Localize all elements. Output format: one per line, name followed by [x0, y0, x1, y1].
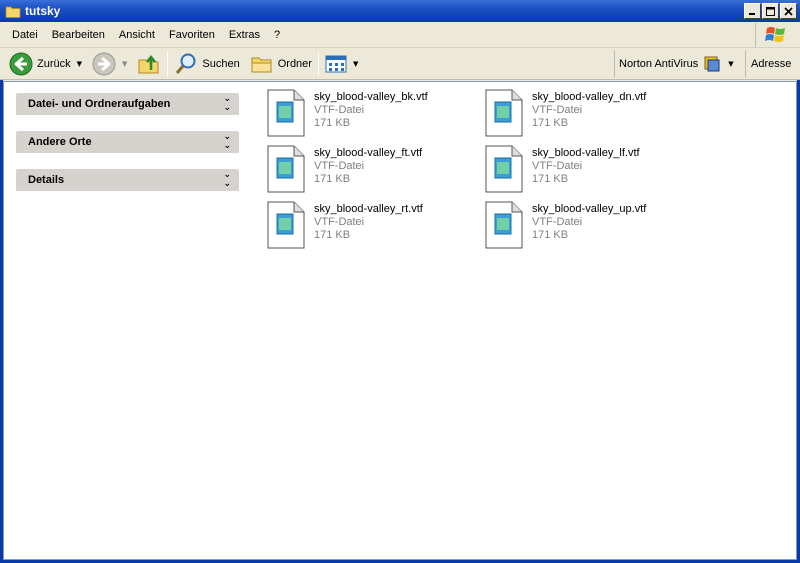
menu-extras[interactable]: Extras [222, 26, 267, 44]
file-type: VTF-Datei [532, 104, 583, 116]
task-group-title: Datei- und Ordneraufgaben [28, 98, 171, 110]
file-size: 171 KB [532, 117, 569, 129]
up-folder-button[interactable] [134, 50, 164, 78]
forward-arrow-icon [92, 52, 116, 75]
file-item[interactable]: sky_blood-valley_lf.vtf VTF-Datei 171 KB [484, 144, 694, 198]
search-button[interactable]: Suchen [171, 50, 242, 78]
title-bar[interactable]: tutsky [0, 0, 800, 22]
menu-bearbeiten[interactable]: Bearbeiten [45, 26, 112, 44]
file-type: VTF-Datei [532, 160, 583, 172]
file-icon [485, 201, 523, 249]
menu-bar: Datei Bearbeiten Ansicht Favoriten Extra… [0, 22, 800, 48]
file-icon [485, 89, 523, 137]
file-type: VTF-Datei [314, 104, 365, 116]
file-icon [267, 89, 305, 137]
task-group-title: Details [28, 174, 65, 186]
toolbar-separator [317, 51, 319, 76]
folders-button[interactable]: Ordner [247, 50, 315, 78]
toolbar: Zurück ▼ ▼ Suchen Ordner ▼ Norton AntiVi… [0, 48, 800, 80]
toolbar-separator [167, 51, 169, 76]
folders-icon [251, 57, 272, 72]
file-name: sky_blood-valley_bk.vtf [314, 91, 428, 103]
task-group-title: Andere Orte [28, 136, 92, 148]
norton-label: Norton AntiVirus [619, 58, 699, 70]
norton-dropdown-icon[interactable]: ▼ [728, 60, 733, 68]
content-area: Datei- und Ordneraufgaben ⌄ ⌄ Andere Orte… [3, 81, 797, 560]
file-name: sky_blood-valley_rt.vtf [314, 203, 423, 215]
address-label: Adresse [751, 58, 792, 70]
task-group-details[interactable]: Details ⌄ ⌄ [16, 169, 239, 191]
task-pane: Datei- und Ordneraufgaben ⌄ ⌄ Andere Orte… [16, 93, 240, 207]
task-group-other-places[interactable]: Andere Orte ⌄ ⌄ [16, 131, 239, 153]
folder-icon [5, 6, 21, 18]
file-icon [267, 201, 305, 249]
file-type: VTF-Datei [532, 216, 583, 228]
maximize-icon [766, 6, 775, 16]
close-icon [784, 6, 793, 16]
file-size: 171 KB [314, 117, 351, 129]
views-icon [325, 55, 347, 72]
file-size: 171 KB [314, 229, 351, 241]
chevron-down-icon[interactable]: ⌄ ⌄ [223, 95, 231, 113]
chevron-down-icon[interactable]: ⌄ ⌄ [223, 171, 231, 189]
file-item[interactable]: sky_blood-valley_bk.vtf VTF-Datei 171 KB [266, 88, 476, 142]
back-arrow-icon [9, 52, 33, 75]
views-dropdown-icon[interactable]: ▼ [353, 60, 358, 68]
file-icon [267, 145, 305, 193]
close-button[interactable] [780, 3, 797, 19]
forward-dropdown-icon[interactable]: ▼ [122, 60, 127, 68]
file-name: sky_blood-valley_dn.vtf [532, 91, 647, 103]
folders-label: Ordner [277, 57, 312, 70]
search-label: Suchen [202, 57, 240, 70]
file-size: 171 KB [314, 173, 351, 185]
forward-button[interactable]: ▼ [89, 50, 130, 78]
file-item[interactable]: sky_blood-valley_up.vtf VTF-Datei 171 KB [484, 200, 694, 254]
menu-help[interactable]: ? [267, 26, 287, 44]
file-type: VTF-Datei [314, 160, 365, 172]
file-size: 171 KB [532, 229, 569, 241]
address-bar-label[interactable]: Adresse [745, 50, 791, 78]
norton-antivirus-button[interactable]: Norton AntiVirus ▼ [614, 50, 734, 78]
file-icon [485, 145, 523, 193]
back-label: Zurück [37, 57, 71, 70]
minimize-button[interactable] [744, 3, 761, 19]
file-name: sky_blood-valley_up.vtf [532, 203, 647, 215]
views-button[interactable]: ▼ [322, 50, 361, 78]
file-item[interactable]: sky_blood-valley_ft.vtf VTF-Datei 171 KB [266, 144, 476, 198]
menu-favoriten[interactable]: Favoriten [162, 26, 222, 44]
norton-icon [704, 56, 720, 72]
minimize-icon [749, 12, 755, 15]
chevron-down-icon[interactable]: ⌄ ⌄ [223, 133, 231, 151]
maximize-button[interactable] [762, 3, 779, 19]
file-name: sky_blood-valley_ft.vtf [314, 147, 423, 159]
up-folder-icon [138, 54, 159, 73]
menu-ansicht[interactable]: Ansicht [112, 26, 162, 44]
file-type: VTF-Datei [314, 216, 365, 228]
file-name: sky_blood-valley_lf.vtf [532, 147, 640, 159]
task-group-file-folder-tasks[interactable]: Datei- und Ordneraufgaben ⌄ ⌄ [16, 93, 239, 115]
file-size: 171 KB [532, 173, 569, 185]
windows-logo-icon [755, 23, 795, 47]
back-button[interactable]: Zurück ▼ [6, 50, 85, 78]
file-item[interactable]: sky_blood-valley_dn.vtf VTF-Datei 171 KB [484, 88, 694, 142]
window-title: tutsky [25, 4, 61, 18]
back-dropdown-icon[interactable]: ▼ [77, 60, 82, 68]
file-item[interactable]: sky_blood-valley_rt.vtf VTF-Datei 171 KB [266, 200, 476, 254]
menu-datei[interactable]: Datei [5, 26, 45, 44]
search-icon [176, 53, 196, 74]
